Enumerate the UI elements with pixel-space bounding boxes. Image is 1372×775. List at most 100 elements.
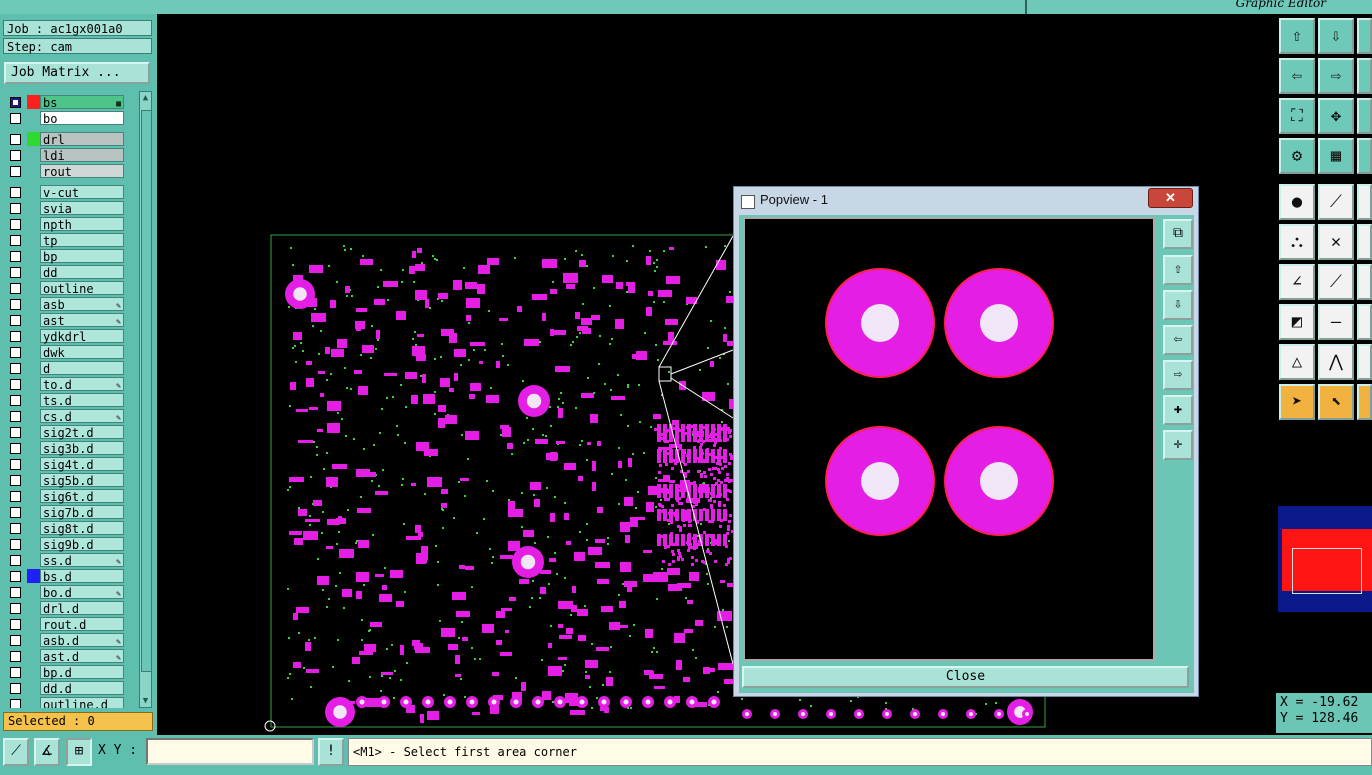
- grid-icon[interactable]: ▦: [1318, 138, 1354, 174]
- layer-checkbox[interactable]: [10, 283, 21, 294]
- layer-name[interactable]: drl: [40, 132, 124, 147]
- layer-checkbox[interactable]: [10, 459, 21, 470]
- layer-row[interactable]: bo: [4, 111, 137, 126]
- scroll-down-arrow-icon[interactable]: ▼: [140, 695, 151, 707]
- layer-checkbox[interactable]: [10, 667, 21, 678]
- layer-row[interactable]: sig6t.d: [4, 489, 137, 504]
- tool-extra3-icon[interactable]: [1357, 304, 1372, 340]
- pan-down-icon[interactable]: ⇩: [1318, 18, 1354, 54]
- layer-row[interactable]: ss.d ✎: [4, 553, 137, 568]
- layer-checkbox[interactable]: [10, 134, 21, 145]
- layer-name[interactable]: dd: [40, 265, 124, 280]
- layer-checkbox[interactable]: [10, 507, 21, 518]
- layer-name[interactable]: to.d ✎: [40, 377, 124, 392]
- layer-name[interactable]: bp.d: [40, 665, 124, 680]
- layer-name[interactable]: cs.d ✎: [40, 409, 124, 424]
- layer-checkbox[interactable]: [10, 203, 21, 214]
- layer-name[interactable]: outline: [40, 281, 124, 296]
- layer-checkbox[interactable]: [10, 251, 21, 262]
- popview-pan-left-icon[interactable]: ⇦: [1163, 325, 1193, 355]
- scrollbar-thumb[interactable]: [141, 110, 152, 672]
- layer-color-swatch[interactable]: [27, 281, 40, 295]
- select-pointer-icon[interactable]: ➤: [1279, 384, 1315, 420]
- layer-color-swatch[interactable]: [27, 164, 40, 178]
- layer-row[interactable]: asb.d ✎: [4, 633, 137, 648]
- layer-name[interactable]: ldi: [40, 148, 124, 163]
- layer-name[interactable]: ast ✎: [40, 313, 124, 328]
- layer-checkbox[interactable]: [10, 635, 21, 646]
- layer-color-swatch[interactable]: [27, 457, 40, 471]
- layer-checkbox[interactable]: [10, 379, 21, 390]
- popview-zoom-in-icon[interactable]: ✚: [1163, 395, 1193, 425]
- popview-close-x-button[interactable]: ✕: [1148, 188, 1193, 208]
- layer-checkbox[interactable]: [10, 166, 21, 177]
- select-area-pointer-icon[interactable]: ⬉: [1318, 384, 1354, 420]
- layer-name[interactable]: ss.d ✎: [40, 553, 124, 568]
- layer-row[interactable]: outline.d: [4, 697, 137, 708]
- layer-name[interactable]: sig9b.d: [40, 537, 124, 552]
- connect-nodes-icon[interactable]: ⛬: [1279, 224, 1315, 260]
- layer-name[interactable]: bs ▦: [40, 95, 124, 110]
- layer-name[interactable]: sig4t.d: [40, 457, 124, 472]
- layer-color-swatch[interactable]: [27, 313, 40, 327]
- layer-name[interactable]: dwk: [40, 345, 124, 360]
- layer-checkbox[interactable]: [10, 331, 21, 342]
- layer-list-scrollbar[interactable]: ▲ ▼: [139, 91, 152, 708]
- layer-color-swatch[interactable]: [27, 553, 40, 567]
- layer-checkbox[interactable]: [10, 587, 21, 598]
- horizontal-line-icon[interactable]: —: [1318, 304, 1354, 340]
- layer-checkbox[interactable]: [10, 267, 21, 278]
- layer-row[interactable]: ts.d: [4, 393, 137, 408]
- layer-row[interactable]: dd: [4, 265, 137, 280]
- layer-name[interactable]: sig6t.d: [40, 489, 124, 504]
- layer-row[interactable]: npth: [4, 217, 137, 232]
- layer-color-swatch[interactable]: [27, 185, 40, 199]
- layer-color-swatch[interactable]: [27, 148, 40, 162]
- alert-icon[interactable]: !: [318, 738, 344, 766]
- layer-row[interactable]: bp.d: [4, 665, 137, 680]
- layer-color-swatch[interactable]: [27, 201, 40, 215]
- layer-row[interactable]: ast ✎: [4, 313, 137, 328]
- layer-name[interactable]: bp: [40, 249, 124, 264]
- layer-row[interactable]: svia: [4, 201, 137, 216]
- layer-row[interactable]: to.d ✎: [4, 377, 137, 392]
- layer-checkbox[interactable]: [10, 363, 21, 374]
- layer-color-swatch[interactable]: [27, 649, 40, 663]
- layer-row[interactable]: asb ✎: [4, 297, 137, 312]
- layer-color-swatch[interactable]: [27, 697, 40, 708]
- snap-icon[interactable]: ⟋: [3, 738, 29, 766]
- popview-zoom-out-icon[interactable]: ✛: [1163, 430, 1193, 460]
- layer-row[interactable]: d: [4, 361, 137, 376]
- layer-color-swatch[interactable]: [27, 489, 40, 503]
- layer-name[interactable]: ydkdrl: [40, 329, 124, 344]
- layer-name[interactable]: bo: [40, 111, 124, 126]
- layer-row[interactable]: bo.d ✎: [4, 585, 137, 600]
- layer-color-swatch[interactable]: [27, 132, 40, 146]
- tool-extra-icon[interactable]: [1357, 224, 1372, 260]
- layer-color-swatch[interactable]: [27, 217, 40, 231]
- layer-row[interactable]: sig4t.d: [4, 457, 137, 472]
- layer-row[interactable]: sig9b.d: [4, 537, 137, 552]
- layer-color-swatch[interactable]: [27, 601, 40, 615]
- layer-color-swatch[interactable]: [27, 345, 40, 359]
- layer-checkbox[interactable]: [10, 571, 21, 582]
- layer-color-swatch[interactable]: [27, 111, 40, 125]
- popview-pan-up-icon[interactable]: ⇧: [1163, 255, 1193, 285]
- layer-checkbox[interactable]: [10, 619, 21, 630]
- draw-line-icon[interactable]: ⟋: [1318, 184, 1354, 220]
- layer-name[interactable]: sig5b.d: [40, 473, 124, 488]
- layer-color-swatch[interactable]: [27, 473, 40, 487]
- layer-color-swatch[interactable]: [27, 505, 40, 519]
- layer-row[interactable]: dd.d: [4, 681, 137, 696]
- layer-checkbox[interactable]: [10, 315, 21, 326]
- layer-color-swatch[interactable]: [27, 569, 40, 583]
- layer-color-swatch[interactable]: [27, 537, 40, 551]
- layer-name[interactable]: bs.d: [40, 569, 124, 584]
- layer-name[interactable]: asb ✎: [40, 297, 124, 312]
- layer-row[interactable]: dwk: [4, 345, 137, 360]
- tool-extra2-icon[interactable]: [1357, 264, 1372, 300]
- layer-name[interactable]: ast.d ✎: [40, 649, 124, 664]
- layer-row[interactable]: sig8t.d: [4, 521, 137, 536]
- layer-row[interactable]: drl: [4, 132, 137, 147]
- layer-checkbox[interactable]: [10, 523, 21, 534]
